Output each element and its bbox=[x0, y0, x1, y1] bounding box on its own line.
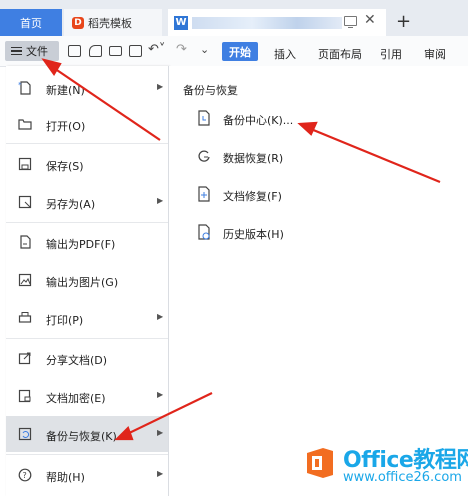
menu-item-export-pdf[interactable]: 输出为PDF(F) bbox=[6, 224, 168, 260]
menu-item-export-pdf-label: 输出为PDF(F) bbox=[46, 238, 116, 251]
ribbon-tab-insert[interactable]: 插入 bbox=[274, 46, 296, 62]
menu-item-open-label: 打开(O) bbox=[46, 120, 86, 133]
menu-item-backup-restore[interactable]: 备份与恢复(K) ▶ bbox=[6, 416, 168, 452]
submenu-title: 备份与恢复 bbox=[183, 84, 238, 97]
hamburger-icon bbox=[11, 47, 22, 55]
docer-logo-icon: D bbox=[72, 16, 84, 29]
new-tab-icon[interactable]: + bbox=[396, 12, 411, 32]
menu-item-print-label: 打印(P) bbox=[46, 314, 84, 327]
ribbon-tab-start[interactable]: 开始 bbox=[222, 42, 258, 61]
tab-home-label: 首页 bbox=[20, 16, 42, 30]
divider bbox=[6, 338, 168, 339]
submenu-item-history-version-label: 历史版本(H) bbox=[223, 228, 284, 241]
submenu-item-data-recovery[interactable]: 数据恢复(R) bbox=[197, 142, 317, 170]
submenu-item-document-repair-label: 文档修复(F) bbox=[223, 190, 282, 203]
history-version-icon bbox=[198, 224, 210, 240]
lock-icon bbox=[18, 389, 31, 403]
toolbar: 文件 ↶˅ ↷ ⌄ 开始 插入 页面布局 引用 审阅 bbox=[0, 36, 468, 67]
tab-home[interactable]: 首页 bbox=[0, 9, 62, 36]
writer-logo-icon: W bbox=[174, 15, 188, 30]
print-icon bbox=[18, 312, 32, 323]
submenu-item-history-version[interactable]: 历史版本(H) bbox=[197, 218, 317, 246]
ribbon-tab-start-label: 开始 bbox=[229, 45, 251, 59]
new-file-icon: * bbox=[18, 81, 31, 95]
ribbon-tab-review[interactable]: 审阅 bbox=[424, 46, 446, 62]
help-icon: ? bbox=[18, 468, 32, 482]
office-logo-icon bbox=[307, 448, 333, 478]
document-repair-icon bbox=[198, 186, 210, 202]
redo-icon[interactable]: ↷ bbox=[176, 42, 187, 57]
pdf-icon bbox=[20, 235, 31, 249]
svg-text:?: ? bbox=[23, 471, 27, 480]
file-menu-button[interactable]: 文件 bbox=[5, 41, 59, 61]
tab-template-label: 稻壳模板 bbox=[88, 16, 132, 30]
menu-item-export-image[interactable]: 输出为图片(G) bbox=[6, 262, 168, 298]
save-icon[interactable] bbox=[68, 45, 81, 57]
submenu-item-backup-center-label: 备份中心(K)... bbox=[223, 114, 294, 127]
ribbon-tab-page-layout[interactable]: 页面布局 bbox=[318, 46, 362, 62]
folder-icon bbox=[18, 119, 32, 130]
menu-item-export-image-label: 输出为图片(G) bbox=[46, 276, 119, 289]
title-bar: 首页 D 稻壳模板 W ✕ + bbox=[0, 0, 468, 36]
print-icon[interactable] bbox=[109, 46, 122, 56]
backup-restore-submenu: 备份与恢复 备份中心(K)... 数据恢复(R) 文档修复(F) 历史版本(H) bbox=[169, 66, 468, 496]
submenu-arrow-icon: ▶ bbox=[157, 312, 164, 321]
menu-item-encrypt[interactable]: 文档加密(E) ▶ bbox=[6, 378, 168, 414]
divider bbox=[6, 143, 168, 144]
divider bbox=[6, 222, 168, 223]
menu-item-encrypt-label: 文档加密(E) bbox=[46, 392, 106, 405]
menu-item-share[interactable]: 分享文档(D) bbox=[6, 340, 168, 376]
submenu-arrow-icon: ▶ bbox=[157, 390, 164, 399]
more-icon[interactable]: ⌄ bbox=[200, 43, 209, 56]
menu-item-save-label: 保存(S) bbox=[46, 160, 84, 173]
file-menu-label: 文件 bbox=[26, 45, 48, 58]
submenu-item-data-recovery-label: 数据恢复(R) bbox=[223, 152, 284, 165]
export-icon[interactable] bbox=[89, 45, 102, 57]
submenu-arrow-icon: ▶ bbox=[157, 196, 164, 205]
menu-item-open[interactable]: 打开(O) bbox=[6, 106, 168, 142]
submenu-item-document-repair[interactable]: 文档修复(F) bbox=[197, 180, 317, 208]
image-icon bbox=[18, 273, 32, 287]
menu-item-new-label: 新建(N) bbox=[46, 84, 85, 97]
file-menu: * 新建(N) ▶ 打开(O) 保存(S) 另存为(A) ▶ 输出为PDF(F)… bbox=[6, 66, 169, 496]
submenu-arrow-icon: ▶ bbox=[157, 82, 164, 91]
share-icon bbox=[18, 352, 31, 365]
ribbon-tab-references[interactable]: 引用 bbox=[380, 46, 402, 62]
tab-document[interactable]: W ✕ bbox=[168, 9, 386, 36]
data-recovery-icon bbox=[198, 150, 210, 162]
divider bbox=[6, 454, 168, 455]
save-as-icon bbox=[18, 195, 32, 209]
document-title-blurred bbox=[192, 17, 342, 29]
submenu-arrow-icon: ▶ bbox=[157, 428, 164, 437]
backup-icon bbox=[18, 427, 32, 441]
preview-icon[interactable] bbox=[129, 45, 142, 57]
menu-item-share-label: 分享文档(D) bbox=[46, 354, 108, 367]
menu-item-print[interactable]: 打印(P) ▶ bbox=[6, 300, 168, 336]
watermark: Office教程网 www.office26.com bbox=[303, 440, 468, 492]
menu-item-help[interactable]: ? 帮助(H) ▶ bbox=[6, 457, 168, 493]
menu-item-save[interactable]: 保存(S) bbox=[6, 146, 168, 182]
menu-item-save-as-label: 另存为(A) bbox=[46, 198, 96, 211]
menu-item-help-label: 帮助(H) bbox=[46, 471, 85, 484]
close-icon[interactable]: ✕ bbox=[364, 12, 376, 28]
save-icon bbox=[18, 157, 32, 171]
menu-item-new[interactable]: * 新建(N) ▶ bbox=[6, 70, 168, 106]
svg-text:*: * bbox=[18, 81, 22, 89]
submenu-arrow-icon: ▶ bbox=[157, 469, 164, 478]
menu-item-save-as[interactable]: 另存为(A) ▶ bbox=[6, 184, 168, 220]
menu-item-backup-restore-label: 备份与恢复(K) bbox=[46, 430, 117, 443]
watermark-url: www.office26.com bbox=[343, 470, 462, 485]
undo-icon[interactable]: ↶˅ bbox=[148, 42, 165, 57]
screen-icon[interactable] bbox=[344, 16, 357, 28]
backup-center-icon bbox=[198, 110, 210, 126]
tab-template[interactable]: D 稻壳模板 bbox=[64, 9, 162, 36]
submenu-item-backup-center[interactable]: 备份中心(K)... bbox=[197, 104, 317, 132]
